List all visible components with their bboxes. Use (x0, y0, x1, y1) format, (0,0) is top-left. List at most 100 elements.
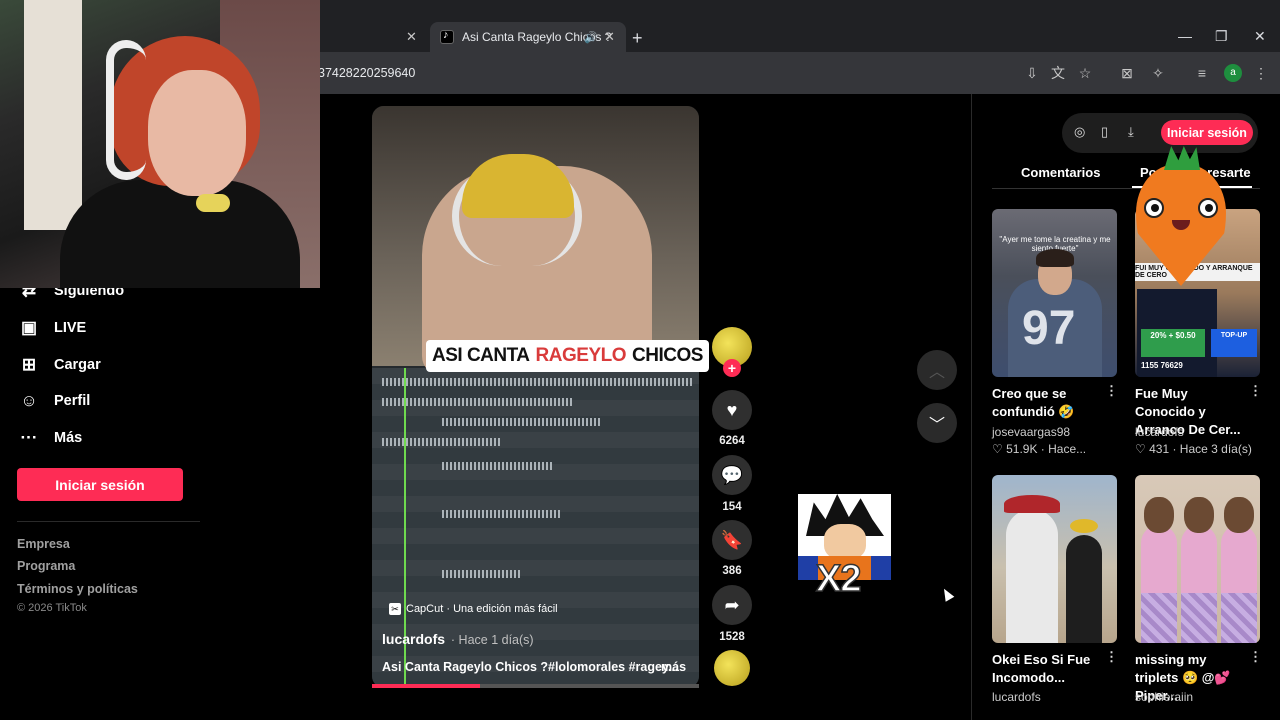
recommended-video-thumbnail[interactable]: "Ayer me tome la creatina y me siento fu… (992, 209, 1117, 377)
footer-link-company[interactable]: Empresa (17, 537, 70, 551)
thumbnail-promo: 20% + $0.50 (1141, 329, 1205, 357)
description-more-link[interactable]: más (661, 660, 686, 674)
capcut-label[interactable]: ✂ CapCut · Una edición más fácil (389, 603, 558, 615)
url-field[interactable]: 37428220259640 (318, 66, 415, 80)
sidebar-item-label: Más (54, 430, 83, 446)
card-stats: ♡ 431 · Hace 3 día(s) (1135, 442, 1252, 456)
thumbnail-stats: 1155 76629 (1141, 361, 1183, 370)
card-likes: 51.9K (1006, 442, 1038, 456)
sidebar-item-profile[interactable]: ☺ Perfil (18, 391, 90, 411)
sidebar-item-label: Cargar (54, 357, 101, 373)
tab-close-icon[interactable]: ✕ (604, 29, 615, 45)
card-more-icon[interactable]: ⋮ (1249, 649, 1262, 665)
caption-text: CHICOS (632, 345, 703, 366)
capcut-text: CapCut · Una edición más fácil (406, 603, 558, 615)
progress-fill (372, 684, 480, 688)
media-control-icon[interactable]: ≡ (1193, 64, 1211, 82)
recommended-video-thumbnail[interactable] (1135, 475, 1260, 643)
bookmark-star-icon[interactable]: ☆ (1076, 64, 1094, 82)
login-button-top[interactable]: Iniciar sesión (1161, 120, 1253, 145)
comment-button[interactable]: 💬 (712, 455, 752, 495)
card-time: Hace 3 día(s) (1179, 442, 1252, 456)
copyright-text: © 2026 TikTok (17, 602, 87, 614)
chevron-down-icon: ﹀ (928, 417, 945, 434)
video-player[interactable] (372, 106, 699, 688)
card-author[interactable]: lucardofs (1135, 425, 1184, 439)
streamer-webcam (0, 0, 320, 288)
card-author[interactable]: sophieraiin (1135, 690, 1193, 702)
tab-audio-icon[interactable]: 🔊 (584, 31, 598, 44)
heart-outline-icon: ♡ (992, 442, 1007, 456)
browser-tab-active[interactable]: Asi Canta Rageylo Chicos ? 🔊 ✕ (430, 22, 626, 52)
post-time: · Hace 1 día(s) (450, 633, 534, 647)
device-icon[interactable]: ▯ (1101, 124, 1108, 140)
bookmark-icon: 🔖 (720, 529, 744, 550)
next-video-button[interactable]: ﹀ (917, 403, 957, 443)
card-more-icon[interactable]: ⋮ (1105, 383, 1118, 399)
restore-button[interactable]: ❐ (1215, 28, 1228, 45)
capcut-icon: ✂ (389, 603, 401, 615)
footer-link-terms[interactable]: Términos y políticas (17, 582, 138, 596)
music-disc-avatar[interactable] (714, 650, 750, 686)
tiktok-favicon-icon (440, 29, 454, 44)
close-window-button[interactable]: ✕ (1254, 28, 1266, 45)
panel-divider (971, 94, 972, 720)
new-tab-button[interactable]: + (632, 28, 643, 49)
install-app-icon[interactable]: ⇩ (1023, 64, 1041, 82)
minimize-button[interactable]: — (1178, 28, 1192, 44)
card-author[interactable]: lucardofs (992, 690, 1041, 702)
previous-video-button[interactable]: ︿ (917, 350, 957, 390)
video-author[interactable]: lucardofs · Hace 1 día(s) (382, 631, 534, 647)
video-description: Asi Canta Rageylo Chicos ?#lolomorales #… (382, 660, 679, 674)
sidebar-item-label: Perfil (54, 393, 91, 409)
coin-icon[interactable]: ◎ (1074, 124, 1085, 140)
download-icon[interactable]: ⤓ (1128, 124, 1134, 140)
caption-text: ASI CANTA (432, 345, 530, 366)
card-time: Hace... (1048, 442, 1087, 456)
menu-kebab-icon[interactable]: ⋮ (1252, 64, 1270, 82)
sidebar-divider (17, 521, 200, 522)
extension-icon[interactable]: ⊠ (1118, 64, 1136, 82)
thumbnail-promo-secondary: TOP-UP (1211, 329, 1257, 357)
comment-count: 154 (722, 501, 742, 513)
tab-comments[interactable]: Comentarios (1021, 165, 1100, 180)
heart-icon: ♥ (726, 399, 738, 420)
card-author[interactable]: josevaargas98 (992, 425, 1070, 439)
caption-highlight: RAGEYLO (535, 345, 627, 366)
tab-close-icon[interactable]: ✕ (406, 29, 417, 45)
mouse-cursor-icon (939, 586, 955, 602)
footer-link-program[interactable]: Programa (17, 559, 75, 573)
author-name[interactable]: lucardofs (382, 631, 445, 647)
sidebar-item-label: LIVE (54, 320, 87, 336)
share-button[interactable]: ➦ (712, 585, 752, 625)
live-icon: ▣ (20, 318, 38, 337)
follow-button[interactable]: + (723, 359, 741, 377)
heart-outline-icon: ♡ (1135, 442, 1150, 456)
sidebar-item-live[interactable]: ▣ LIVE (18, 318, 86, 338)
jersey-number: 97 (1022, 302, 1076, 355)
translate-icon[interactable]: 文 (1049, 64, 1067, 82)
save-button[interactable]: 🔖 (712, 520, 752, 560)
sidebar-item-upload[interactable]: ⊞ Cargar (18, 355, 101, 375)
profile-avatar[interactable]: a (1224, 64, 1242, 82)
like-button[interactable]: ♥ (712, 390, 752, 430)
sidebar-item-more[interactable]: ··· Más (18, 428, 83, 448)
card-likes: 431 (1149, 442, 1170, 456)
share-count: 1528 (719, 631, 745, 643)
video-caption-overlay: ASI CANTA RAGEYLO CHICOS (426, 340, 709, 372)
sticker-text: X2 (815, 557, 862, 601)
login-button[interactable]: Iniciar sesión (17, 468, 183, 501)
recommended-video-thumbnail[interactable] (992, 475, 1117, 643)
puzzle-extensions-icon[interactable]: ✧ (1149, 64, 1167, 82)
save-count: 386 (722, 565, 742, 577)
card-more-icon[interactable]: ⋮ (1105, 649, 1118, 665)
card-title[interactable]: Creo que se confundió 🤣 (992, 385, 1104, 421)
like-count: 6264 (719, 435, 745, 447)
video-progress-bar[interactable] (372, 684, 699, 688)
comment-icon: 💬 (720, 464, 744, 485)
card-title[interactable]: Okei Eso Si Fue Incomodo... (992, 651, 1104, 687)
browser-tab-inactive[interactable]: ✕ (320, 22, 426, 52)
upload-icon: ⊞ (21, 355, 37, 374)
card-more-icon[interactable]: ⋮ (1249, 383, 1262, 399)
share-arrow-icon: ➦ (724, 594, 740, 615)
